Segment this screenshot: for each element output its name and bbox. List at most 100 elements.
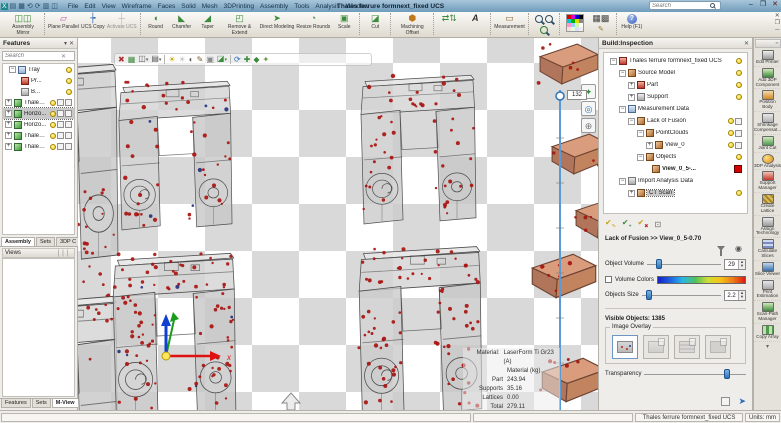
tab-m-view[interactable]: M-View — [52, 399, 79, 408]
volume-colors-checkbox[interactable] — [605, 276, 612, 283]
expand-toggle[interactable]: − — [9, 66, 16, 73]
state-box-icon[interactable] — [57, 143, 64, 150]
visibility-bulb-icon[interactable] — [50, 100, 56, 106]
tree-item-build[interactable]: B... — [3, 86, 74, 97]
menu-wireframe[interactable]: Wireframe — [122, 3, 152, 10]
ribbon-scale-button[interactable]: ▣ Scale — [331, 13, 357, 31]
visibility-bulb-icon[interactable] — [736, 58, 742, 64]
ribbon-color-palette[interactable] — [562, 13, 588, 32]
tree-item-thales-3[interactable]: + Thales_... — [3, 141, 74, 152]
pan-icon[interactable]: ✚ — [244, 54, 251, 65]
visibility-bulb-icon[interactable] — [66, 89, 72, 95]
menu-solid[interactable]: Solid — [181, 3, 195, 10]
state-box-icon[interactable] — [735, 130, 742, 137]
overlay-mode-slice-button[interactable] — [674, 335, 700, 359]
lock-box-icon[interactable] — [65, 132, 72, 139]
features-search[interactable]: ✕ — [2, 51, 75, 61]
object-volume-slider[interactable] — [647, 259, 721, 269]
tree-item-import-analysis-data[interactable]: − Import Analysis Data — [604, 175, 747, 187]
ribbon-zoom-group[interactable] — [531, 13, 557, 34]
expand-toggle[interactable]: + — [5, 143, 12, 150]
zoom-all-icon[interactable] — [540, 26, 548, 34]
transparency-slider[interactable] — [644, 369, 746, 379]
tree-item-horizontal-2[interactable]: + Horizo... — [3, 119, 74, 130]
state-box-icon[interactable] — [735, 118, 742, 125]
light-icon[interactable]: ☀ — [168, 54, 175, 65]
tab-3dp-components[interactable]: 3DP C — [56, 237, 80, 246]
ribbon-ucs-copy-button[interactable]: ┾ UCS Copy — [80, 13, 106, 31]
expand-toggle[interactable]: − — [619, 70, 626, 77]
filter-icon[interactable] — [717, 246, 725, 251]
visibility-bulb-icon[interactable] — [736, 190, 742, 196]
expand-toggle[interactable]: − — [619, 106, 626, 113]
expand-toggle[interactable]: − — [610, 58, 617, 65]
search-input[interactable] — [652, 3, 710, 9]
tree-item-printer[interactable]: Pr... — [3, 75, 74, 86]
layout-icon[interactable]: ▤▾ — [151, 53, 161, 66]
objects-size-slider[interactable] — [642, 290, 721, 300]
split-view-icon[interactable]: ◫▾ — [138, 53, 148, 66]
visibility-bulb-icon[interactable] — [66, 67, 72, 73]
tree-item-tray[interactable]: − Tray — [3, 64, 74, 75]
flower-icon[interactable]: ✦ — [263, 54, 270, 65]
shading-icon[interactable]: ◐ — [189, 54, 194, 65]
menu-assembly[interactable]: Assembly — [260, 3, 288, 10]
iso-view-icon[interactable]: ◆ — [253, 54, 259, 65]
menu-mesh[interactable]: Mesh — [202, 3, 218, 10]
visibility-bulb-icon[interactable] — [736, 154, 742, 160]
clear-search-icon[interactable]: ✕ — [61, 53, 66, 60]
expand-toggle[interactable]: + — [5, 132, 12, 139]
menu-file[interactable]: File — [68, 3, 78, 10]
color-swatch[interactable] — [734, 165, 742, 173]
delete-view-icon[interactable]: ✖ — [118, 54, 125, 65]
tab-sets[interactable]: Sets — [36, 237, 55, 246]
ribbon-direct-modeling-button[interactable]: ➤ Direct Modeling — [259, 13, 296, 31]
sidebar-calculate-slices[interactable]: Calculate Slices — [754, 238, 781, 261]
expand-toggle[interactable]: + — [5, 110, 12, 117]
ribbon-assembly-mirror-button[interactable]: ◫◫ Assembly Mirror — [4, 13, 42, 36]
ribbon-plane-parallel-button[interactable]: ▱ Plane Parallel — [47, 13, 80, 31]
features-search-input[interactable] — [5, 53, 61, 59]
visibility-bulb-icon[interactable] — [50, 122, 56, 128]
slice-target-icon[interactable]: ◎ — [581, 101, 596, 116]
lock-box-icon[interactable] — [65, 121, 72, 128]
objects-size-slider-handle[interactable] — [646, 290, 652, 300]
apply-icon[interactable]: ➤ — [738, 396, 746, 406]
visibility-bulb-icon[interactable] — [728, 142, 734, 148]
undo-icon[interactable]: ⟲ — [27, 2, 33, 10]
tree-item-part[interactable]: + Part — [604, 79, 747, 91]
menu-edit[interactable]: Edit — [84, 3, 95, 10]
sidebar-create-lattice[interactable]: Create Lattice — [754, 193, 781, 216]
state-box-icon[interactable] — [57, 110, 64, 117]
rotate-icon[interactable]: ⟳ — [234, 54, 241, 65]
mesh-region-icon[interactable]: ⊡ — [654, 220, 661, 230]
tree-item-objects[interactable]: − Objects — [604, 151, 747, 163]
ribbon-pattern-group[interactable]: ▦▩ ✎ — [588, 13, 614, 34]
tree-item-measurement-data[interactable]: − Measurement Data — [604, 103, 747, 115]
tree-item-source-model[interactable]: − Source Model — [604, 67, 747, 79]
visibility-bulb-icon[interactable] — [66, 78, 72, 84]
ribbon-activate-ucs-button[interactable]: ┼ Activate UCS — [106, 13, 138, 31]
overlay-mode-solid-button[interactable] — [705, 335, 731, 359]
save-icon[interactable]: ▤ — [10, 2, 17, 10]
views-list[interactable] — [2, 258, 75, 397]
ribbon-remove-extend-button[interactable]: ◰ Remove & Extend — [221, 13, 259, 36]
add-result-icon[interactable]: ✔+ — [622, 218, 632, 232]
expand-toggle[interactable]: − — [628, 118, 635, 125]
sidebar-scan-path-manager[interactable]: Scan-Path Manager — [754, 301, 781, 324]
object-volume-spinbox[interactable]: 29 ▲▼ — [724, 259, 746, 270]
expand-toggle[interactable]: + — [5, 121, 12, 128]
expand-toggle[interactable]: + — [646, 142, 653, 149]
tab-features[interactable]: Features — [1, 399, 31, 408]
ribbon-exchange-tools[interactable]: ⇄⇅ — [436, 13, 462, 31]
expand-toggle[interactable]: + — [628, 82, 635, 89]
ribbon-cut-button[interactable]: ◪ Cut — [362, 13, 388, 31]
doc-close-icon[interactable]: ✕ — [775, 13, 780, 20]
transparency-slider-handle[interactable] — [724, 369, 730, 379]
ribbon-resize-rounds-button[interactable]: ◔ Resize Rounds — [295, 13, 331, 31]
ribbon-measurement-button[interactable]: ▭ Measurement — [493, 13, 526, 31]
visibility-bulb-icon[interactable] — [736, 70, 742, 76]
state-box-icon[interactable] — [735, 142, 742, 149]
tree-item-thales-2[interactable]: + Thales_... — [3, 130, 74, 141]
tree-item-lack-of-fusion[interactable]: − Lack of Fusion — [604, 115, 747, 127]
